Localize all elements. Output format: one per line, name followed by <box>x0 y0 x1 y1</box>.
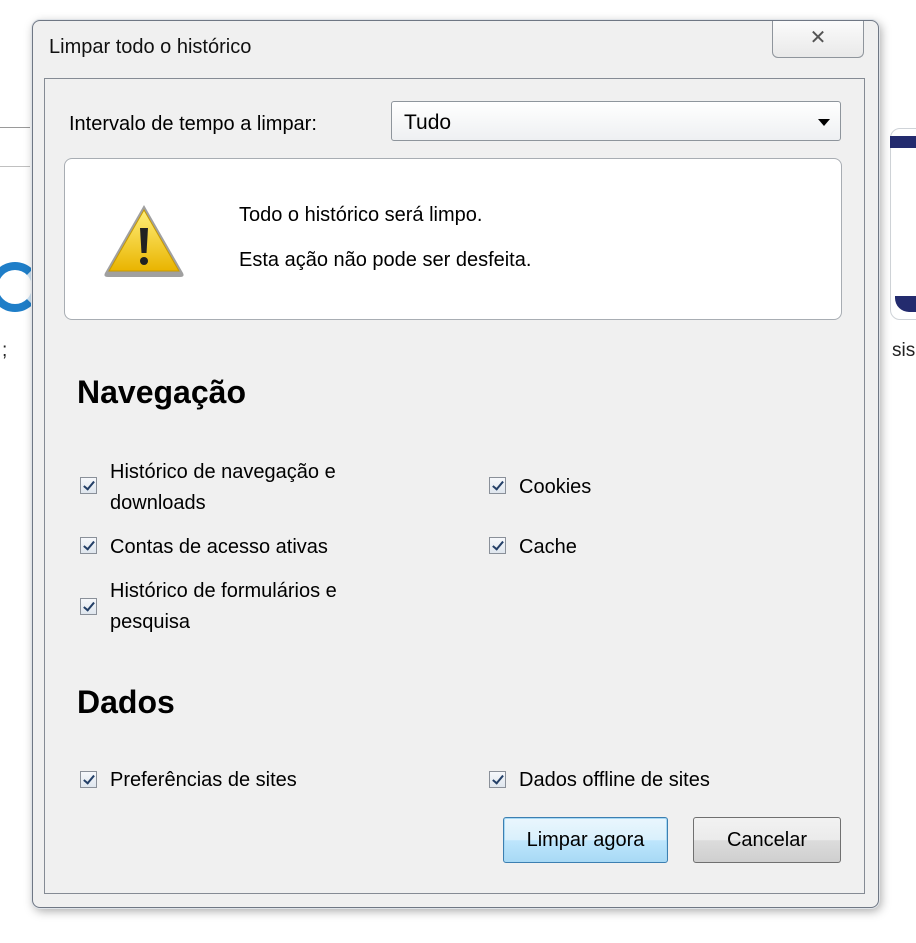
offline-data-checkbox[interactable] <box>489 771 506 788</box>
clear-history-dialog: Limpar todo o histórico ✕ Intervalo de t… <box>32 20 879 908</box>
active-logins-checkbox[interactable] <box>80 537 97 554</box>
cache-checkbox-label[interactable]: Cache <box>519 532 577 563</box>
section-title-dados: Dados <box>77 684 175 720</box>
warning-message: Esta ação não pode ser desfeita. <box>239 249 532 271</box>
time-range-select[interactable]: Tudo <box>391 101 841 141</box>
close-button[interactable]: ✕ <box>772 21 864 58</box>
time-range-label: Intervalo de tempo a limpar: <box>69 113 317 135</box>
background-divider <box>0 127 30 128</box>
form-history-label-line1: Histórico de formulários e <box>110 580 337 602</box>
warning-message: Todo o histórico será limpo. <box>239 204 483 226</box>
form-history-checkbox-label[interactable]: Histórico de formulários e pesquisa <box>110 576 337 638</box>
offline-data-checkbox-label[interactable]: Dados offline de sites <box>519 765 710 796</box>
background-panel <box>890 128 916 320</box>
history-checkbox[interactable] <box>80 477 97 494</box>
dialog-content: Intervalo de tempo a limpar: Tudo Todo o… <box>44 78 865 894</box>
chevron-down-icon <box>818 119 830 126</box>
cookies-checkbox[interactable] <box>489 477 506 494</box>
history-label-line2: downloads <box>110 492 206 514</box>
cancel-button[interactable]: Cancelar <box>693 817 841 863</box>
time-range-value: Tudo <box>404 111 452 134</box>
form-history-checkbox[interactable] <box>80 598 97 615</box>
active-logins-checkbox-label[interactable]: Contas de acesso ativas <box>110 532 328 563</box>
background-text: ; <box>2 340 8 361</box>
cache-checkbox[interactable] <box>489 537 506 554</box>
form-history-label-line2: pesquisa <box>110 611 191 633</box>
background-panel-accent <box>890 136 916 148</box>
warning-icon <box>104 205 184 277</box>
background-divider <box>0 166 30 167</box>
background-text: sis <box>892 340 916 361</box>
site-preferences-checkbox[interactable] <box>80 771 97 788</box>
close-icon: ✕ <box>809 27 827 49</box>
history-checkbox-label[interactable]: Histórico de navegação e downloads <box>110 457 336 519</box>
history-label-line1: Histórico de navegação e <box>110 461 336 483</box>
section-title-navegacao: Navegação <box>77 374 246 410</box>
warning-box: Todo o histórico será limpo. Esta ação n… <box>64 158 842 320</box>
clear-now-button[interactable]: Limpar agora <box>503 817 668 863</box>
dialog-title: Limpar todo o histórico <box>49 36 252 58</box>
cookies-checkbox-label[interactable]: Cookies <box>519 472 591 503</box>
site-preferences-checkbox-label[interactable]: Preferências de sites <box>110 765 297 796</box>
